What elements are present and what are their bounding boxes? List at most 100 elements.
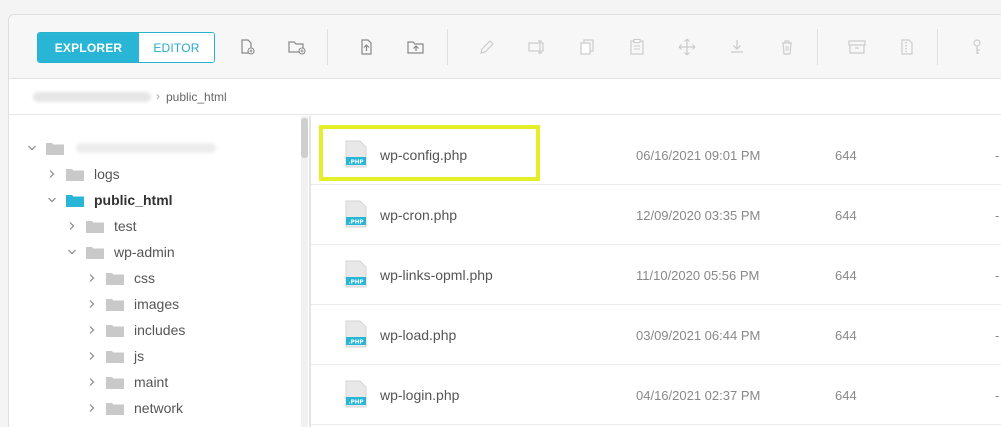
editor-tab[interactable]: EDITOR [139,33,214,62]
toolbar-divider [327,29,328,65]
tree-item-js[interactable]: js [87,346,144,366]
chevron-right-icon[interactable] [87,325,97,335]
folder-icon [66,168,84,181]
chevron-down-icon[interactable] [47,195,57,205]
table-row[interactable]: .PHP wp-links-opml.php 11/10/2020 05:56 … [311,245,1001,305]
tree-scrollbar-thumb[interactable] [301,118,308,158]
file-list: .PHP wp-config.php 06/16/2021 09:01 PM 6… [311,116,1001,427]
svg-text:.PHP: .PHP [348,339,363,345]
chevron-right-icon[interactable] [87,403,97,413]
svg-text:.PHP: .PHP [348,219,363,225]
move-icon[interactable] [677,37,697,57]
table-row[interactable]: .PHP wp-load.php 03/09/2021 06:44 PM 644… [311,305,1001,365]
file-permissions: 644 [835,388,857,403]
file-extra: - [995,268,1000,283]
tree-item-maint[interactable]: maint [87,372,168,392]
view-switcher: EXPLORER EDITOR [37,32,215,63]
php-file-icon: .PHP [345,260,367,288]
php-file-icon: .PHP [345,200,367,228]
folder-icon [106,350,124,363]
tree-item-label: maint [134,374,169,390]
tree-item-css[interactable]: css [87,268,155,288]
permissions-icon[interactable] [967,37,987,57]
tree-item-label: css [134,270,155,286]
file-name: wp-links-opml.php [380,267,493,283]
folder-icon [86,246,104,259]
breadcrumb-root-redacted[interactable] [33,92,151,102]
highlight-box [319,125,540,181]
tree-item-images[interactable]: images [87,294,179,314]
new-folder-icon[interactable] [287,37,307,57]
tree-item-label: logs [94,166,120,182]
tree-item-label: network [134,400,184,416]
table-row[interactable]: .PHP wp-login.php 04/16/2021 02:37 PM 64… [311,365,1001,425]
tree-item-logs[interactable]: logs [47,164,120,184]
folder-icon [106,324,124,337]
tree-item-label: public_html [94,192,173,208]
upload-file-icon[interactable] [357,37,377,57]
toolbar-divider [817,29,818,65]
tree-item-wp-admin[interactable]: wp-admin [67,242,175,262]
tree-item-public-html[interactable]: public_html [47,190,173,210]
new-file-icon[interactable] [237,37,257,57]
tree-item-label: includes [134,322,186,338]
file-permissions: 644 [835,268,857,283]
file-date: 04/16/2021 02:37 PM [636,388,761,403]
tree-root-label-redacted [76,143,216,153]
file-date: 12/09/2020 03:35 PM [636,208,761,223]
chevron-right-icon[interactable] [67,221,77,231]
toolbar-divider [937,29,938,65]
tree-item-network[interactable]: network [87,398,183,418]
chevron-right-icon[interactable] [87,273,97,283]
folder-icon [106,298,124,311]
file-permissions: 644 [835,208,857,223]
toolbar: EXPLORER EDITOR [9,15,1001,79]
folder-icon [86,220,104,233]
php-file-icon: .PHP [345,320,367,348]
tree-item-includes[interactable]: includes [87,320,185,340]
chevron-right-icon[interactable] [47,169,57,179]
tree-item-test[interactable]: test [67,216,137,236]
breadcrumb-current[interactable]: public_html [166,90,227,104]
chevron-down-icon[interactable] [67,247,77,257]
tree-scrollbar[interactable] [301,116,308,427]
table-row[interactable]: .PHP wp-cron.php 12/09/2020 03:35 PM 644… [311,185,1001,245]
file-name: wp-cron.php [380,207,458,223]
download-icon[interactable] [727,37,747,57]
delete-icon[interactable] [777,37,797,57]
chevron-right-icon[interactable] [87,377,97,387]
archive-icon[interactable] [847,37,867,57]
extract-icon[interactable] [897,37,917,57]
tree-item-label: test [114,218,137,234]
folder-icon [46,142,64,155]
svg-text:.PHP: .PHP [348,399,363,405]
tree-item-label: wp-admin [114,244,175,260]
copy-icon[interactable] [577,37,597,57]
file-extra: - [995,388,1000,403]
edit-icon[interactable] [477,37,497,57]
breadcrumb-separator: › [156,89,160,103]
svg-text:.PHP: .PHP [348,279,363,285]
chevron-right-icon[interactable] [87,299,97,309]
explorer-tab[interactable]: EXPLORER [38,33,139,62]
upload-folder-icon[interactable] [406,37,426,57]
file-extra: - [995,328,1000,343]
toolbar-divider [447,29,448,65]
paste-icon[interactable] [627,37,647,57]
file-date: 11/10/2020 05:56 PM [636,268,760,283]
chevron-down-icon[interactable] [27,143,37,153]
file-name: wp-login.php [380,387,460,403]
tree-root[interactable] [27,138,216,158]
chevron-right-icon[interactable] [87,351,97,361]
file-date: 06/16/2021 09:01 PM [636,148,761,163]
file-permissions: 644 [835,328,857,343]
file-extra: - [995,208,1000,223]
folder-icon [106,402,124,415]
folder-open-icon [66,194,84,207]
rename-icon[interactable] [527,37,547,57]
php-file-icon: .PHP [345,380,367,408]
file-manager-window: EXPLORER EDITOR › public_html logs publi… [8,14,1001,427]
folder-tree: logs public_html test wp-admin css image… [9,116,309,427]
file-date: 03/09/2021 06:44 PM [636,328,761,343]
file-name: wp-load.php [380,327,457,343]
